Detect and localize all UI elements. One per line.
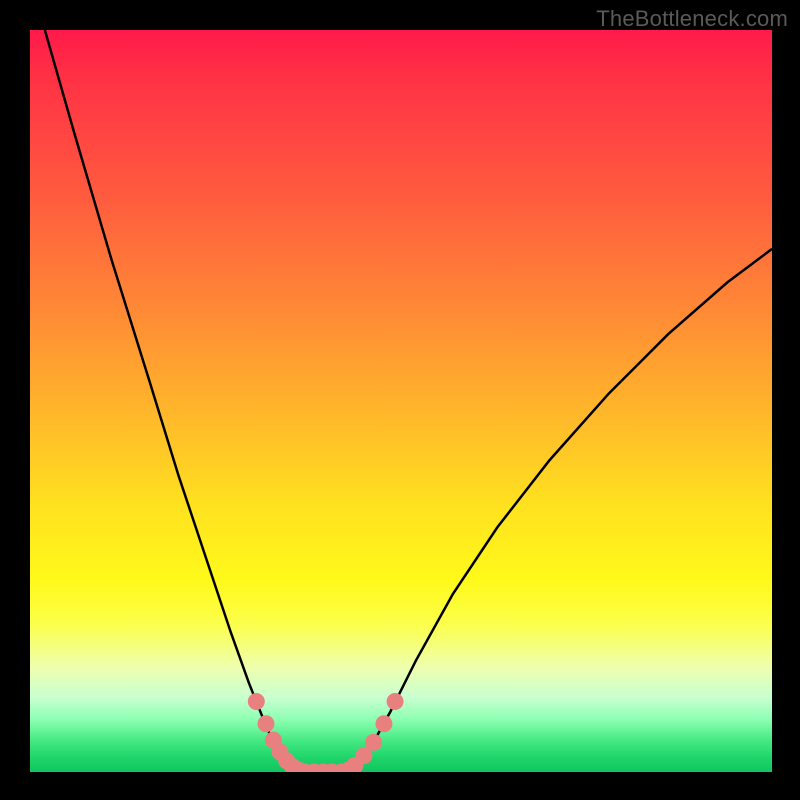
right-curve (342, 249, 772, 772)
data-marker (387, 693, 404, 710)
curves-svg (30, 30, 772, 772)
chart-container: TheBottleneck.com (0, 0, 800, 800)
data-marker (248, 693, 265, 710)
left-curve (45, 30, 305, 772)
data-marker (257, 715, 274, 732)
watermark-text: TheBottleneck.com (596, 6, 788, 32)
data-marker (375, 715, 392, 732)
plot-area (30, 30, 772, 772)
data-marker (365, 734, 382, 751)
